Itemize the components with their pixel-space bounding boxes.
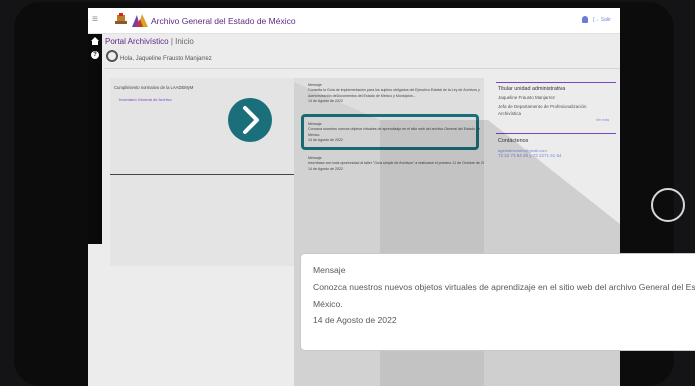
callout-label: Mensaje xyxy=(313,265,346,275)
callout-date: 14 de Agosto de 2022 xyxy=(313,315,397,325)
tablet-home-button[interactable] xyxy=(651,188,685,222)
callout-text-line: México. xyxy=(313,299,343,309)
zoomed-message-callout: Mensaje Conozca nuestros nuevos objetos … xyxy=(300,253,695,351)
tablet-device: ≡ Archivo General del Estado de México [… xyxy=(0,0,695,386)
callout-text-line: Conozca nuestros nuevos objetos virtuale… xyxy=(313,282,695,292)
